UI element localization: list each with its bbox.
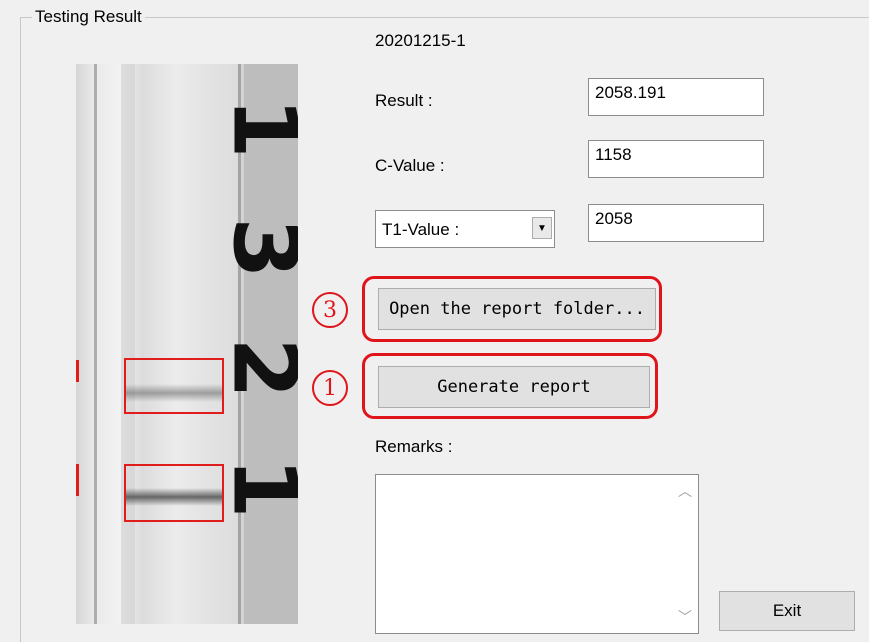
group-border-left bbox=[20, 17, 21, 642]
step-1-number: 1 bbox=[323, 375, 337, 401]
test-strip-image: 1 3 2 1 bbox=[76, 64, 298, 624]
t-line-roi-box bbox=[124, 358, 224, 414]
scroll-down-icon[interactable]: ﹀ bbox=[672, 605, 698, 629]
step-1-marker: 1 bbox=[312, 370, 348, 406]
c-value-field[interactable]: 1158 bbox=[588, 140, 764, 178]
exit-button[interactable]: Exit bbox=[719, 591, 855, 631]
remarks-textarea[interactable]: ︿ ﹀ bbox=[375, 474, 699, 634]
remarks-scrollbar[interactable]: ︿ ﹀ bbox=[672, 475, 698, 633]
strip-edge-line bbox=[94, 64, 97, 624]
strip-digit: 3 bbox=[214, 217, 298, 278]
generate-report-button[interactable]: Generate report bbox=[378, 366, 650, 408]
t-value-select-label: T1-Value : bbox=[382, 220, 460, 239]
strip-digit: 1 bbox=[214, 97, 298, 158]
step-3-marker: 3 bbox=[312, 292, 348, 328]
strip-texture bbox=[121, 64, 135, 624]
step-3-number: 3 bbox=[323, 297, 337, 323]
roi-edge-mark bbox=[76, 464, 79, 496]
strip-digit: 1 bbox=[214, 457, 298, 518]
group-title: Testing Result bbox=[32, 6, 145, 28]
roi-edge-mark bbox=[76, 360, 79, 382]
c-line-roi-box bbox=[124, 464, 224, 522]
t-value-field[interactable]: 2058 bbox=[588, 204, 764, 242]
scroll-up-icon[interactable]: ︿ bbox=[672, 479, 698, 503]
result-label: Result : bbox=[375, 91, 433, 110]
sample-id: 20201215-1 bbox=[375, 31, 466, 50]
c-value-label: C-Value : bbox=[375, 156, 445, 175]
result-field[interactable]: 2058.191 bbox=[588, 78, 764, 116]
chevron-down-icon[interactable]: ▼ bbox=[532, 217, 552, 239]
remarks-label: Remarks : bbox=[375, 437, 453, 456]
open-report-folder-button[interactable]: Open the report folder... bbox=[378, 288, 656, 330]
t-value-select[interactable]: T1-Value : ▼ bbox=[375, 210, 555, 248]
strip-digit: 2 bbox=[214, 337, 298, 398]
group-border-top bbox=[20, 17, 869, 18]
strip-number-area: 1 3 2 1 bbox=[214, 64, 298, 624]
